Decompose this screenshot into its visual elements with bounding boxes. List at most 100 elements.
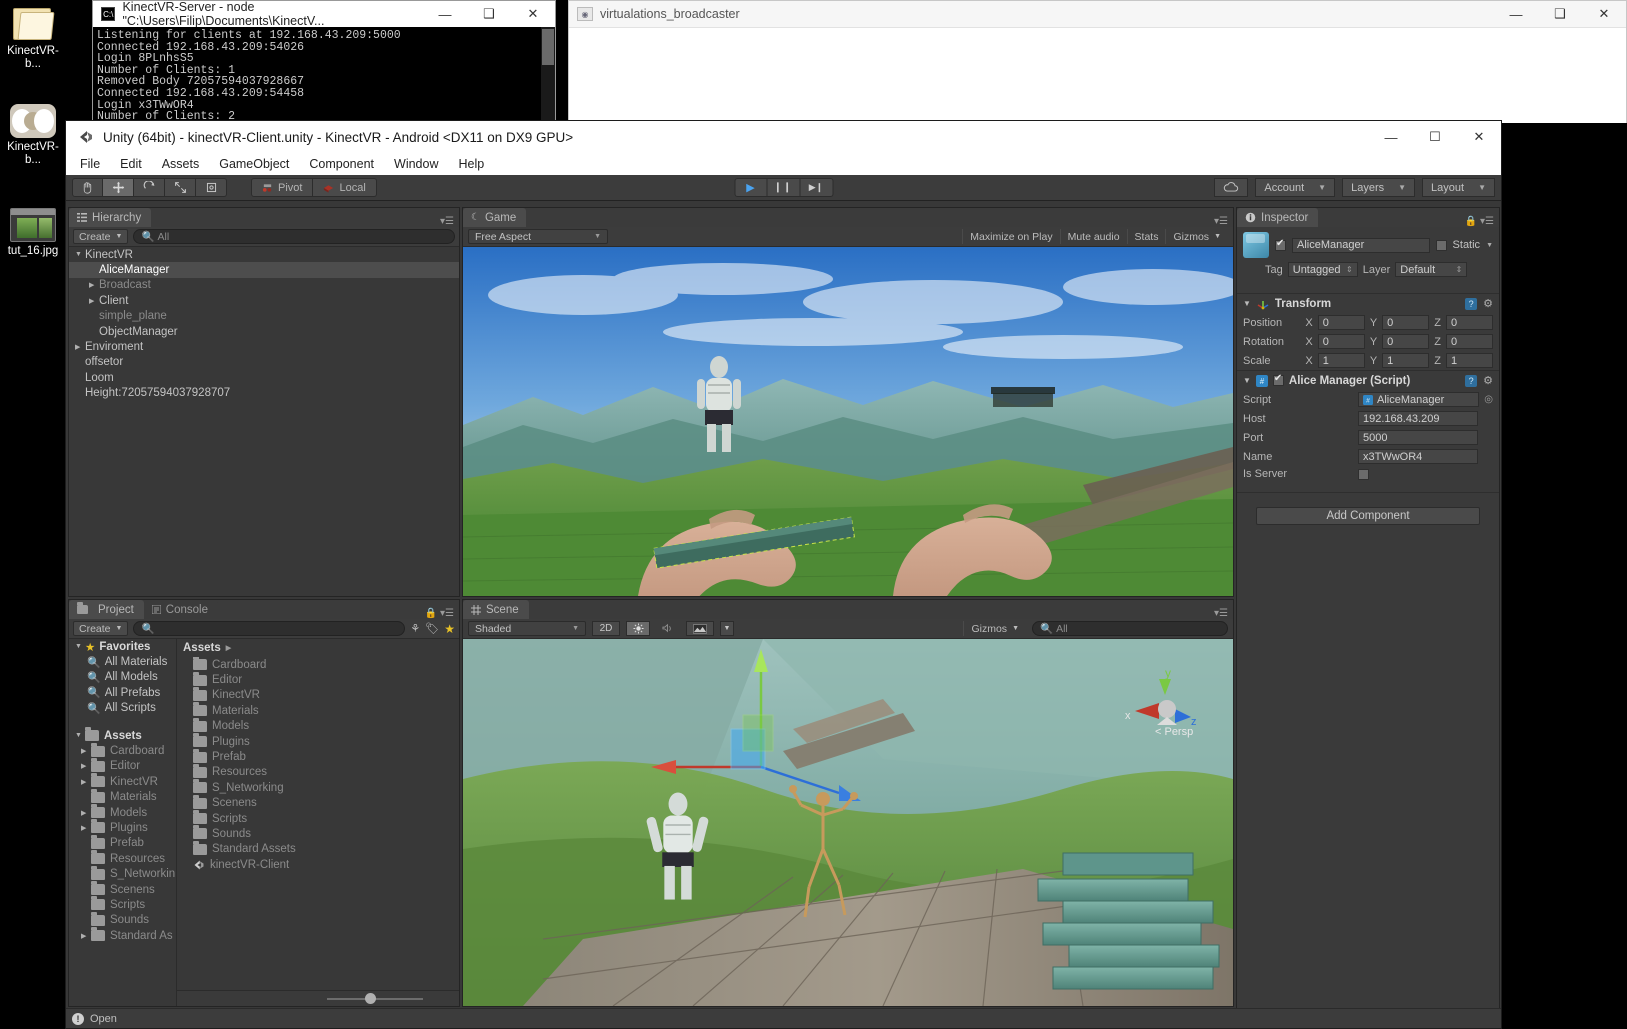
game-panel-menu[interactable]: ▾☰: [1214, 216, 1233, 227]
local-toggle-button[interactable]: Local: [313, 178, 376, 197]
tab-scene[interactable]: Scene: [463, 600, 529, 619]
foldout-icon[interactable]: ▼: [1243, 376, 1251, 385]
game-view-panel[interactable]: ☾ Game ▾☰ Free Aspect▼ Maximize on Play …: [462, 207, 1234, 597]
position-x-field[interactable]: 0: [1318, 315, 1365, 330]
2d-toggle-button[interactable]: 2D: [592, 621, 620, 636]
tab-project[interactable]: Project: [69, 600, 144, 619]
project-tree-item[interactable]: ▶Editor: [69, 759, 176, 774]
effects-icon[interactable]: [686, 621, 714, 636]
chevron-right-icon[interactable]: ▶: [89, 281, 99, 289]
gear-icon[interactable]: ⚙: [1483, 374, 1493, 387]
menu-file[interactable]: File: [80, 157, 110, 171]
project-zoom-bar[interactable]: [177, 990, 459, 1006]
game-view-toolbar[interactable]: Free Aspect▼ Maximize on Play Mute audio…: [463, 227, 1233, 247]
project-asset-item[interactable]: S_Networking: [187, 780, 459, 795]
project-tree-item[interactable]: ▶Standard As: [69, 928, 176, 943]
project-tree-item[interactable]: Prefab: [69, 836, 176, 851]
project-tree-item[interactable]: ▶Models: [69, 805, 176, 820]
unity-toolbar[interactable]: Pivot Local ▶ ❙❙ ▶❙ Account▼ Layers▼ Lay…: [66, 175, 1501, 201]
project-tree-item[interactable]: ▶Plugins: [69, 820, 176, 835]
hierarchy-search-input[interactable]: 🔍All: [133, 229, 455, 244]
gameobject-name-field[interactable]: AliceManager: [1292, 238, 1430, 253]
chevron-right-icon[interactable]: ▶: [81, 824, 91, 832]
hierarchy-panel[interactable]: Hierarchy ▾☰ Create▼ 🔍All ▼KinectVRAlice…: [68, 207, 460, 597]
project-tree-item[interactable]: Resources: [69, 851, 176, 866]
project-contents-pane[interactable]: Assets▶ CardboardEditorKinectVRMaterials…: [177, 639, 459, 1006]
cloud-icon[interactable]: [1214, 178, 1248, 197]
project-asset-item[interactable]: KinectVR: [187, 688, 459, 703]
menu-help[interactable]: Help: [448, 157, 494, 171]
layout-dropdown[interactable]: Layout▼: [1422, 178, 1495, 197]
breadcrumb[interactable]: Assets▶: [177, 639, 459, 657]
scene-view-panel[interactable]: Scene ▾☰ Shaded▼ 2D ▼ Gizmos▼: [462, 599, 1234, 1007]
filter-by-label-icon[interactable]: 🏷: [425, 622, 439, 635]
project-asset-item[interactable]: Cardboard: [187, 657, 459, 672]
project-asset-item[interactable]: Plugins: [187, 734, 459, 749]
hierarchy-item[interactable]: AliceManager: [69, 262, 459, 277]
game-viewport[interactable]: [463, 247, 1233, 596]
chevron-down-icon[interactable]: ▼: [75, 643, 85, 650]
host-input[interactable]: 192.168.43.209: [1358, 411, 1478, 426]
close-button[interactable]: ✕: [1457, 121, 1501, 153]
project-asset-item[interactable]: Models: [187, 719, 459, 734]
alice-manager-component-header[interactable]: ▼ # Alice Manager (Script) ? ⚙: [1237, 370, 1499, 390]
unity-menu-bar[interactable]: File Edit Assets GameObject Component Wi…: [66, 153, 1501, 175]
project-asset-item[interactable]: kinectVR-Client: [187, 857, 459, 872]
chevron-right-icon[interactable]: ▶: [81, 932, 91, 940]
project-asset-item[interactable]: Sounds: [187, 826, 459, 841]
tab-game[interactable]: ☾ Game: [463, 208, 526, 227]
script-object-field[interactable]: # AliceManager: [1358, 392, 1479, 407]
menu-assets[interactable]: Assets: [152, 157, 210, 171]
inspector-panel-menu[interactable]: 🔒 ▾☰: [1465, 216, 1499, 227]
project-asset-item[interactable]: Scenens: [187, 796, 459, 811]
transform-component-header[interactable]: ▼ Transform ? ⚙: [1237, 293, 1499, 313]
project-asset-item[interactable]: Scripts: [187, 811, 459, 826]
help-icon[interactable]: ?: [1465, 298, 1477, 310]
scale-y-field[interactable]: 1: [1382, 353, 1429, 368]
scene-panel-menu[interactable]: ▾☰: [1214, 608, 1233, 619]
hierarchy-item[interactable]: offsetor: [69, 355, 459, 370]
chevron-right-icon[interactable]: ▶: [81, 778, 91, 786]
broadcaster-title-bar[interactable]: ◉ virtualations_broadcaster — ❑ ✕: [569, 1, 1626, 27]
layers-dropdown[interactable]: Layers▼: [1342, 178, 1415, 197]
pause-button[interactable]: ❙❙: [767, 178, 800, 197]
hierarchy-item[interactable]: ▶Broadcast: [69, 278, 459, 293]
project-favorite-item[interactable]: 🔍All Scripts: [69, 701, 176, 716]
project-toolbar[interactable]: Create▼ 🔍 ⚘ 🏷 ★: [69, 619, 459, 639]
stats-toggle[interactable]: Stats: [1127, 229, 1166, 244]
scene-viewport[interactable]: y x z < Persp: [463, 639, 1233, 1006]
tab-inspector[interactable]: Inspector: [1237, 208, 1318, 227]
virtualations-broadcaster-window[interactable]: ◉ virtualations_broadcaster — ❑ ✕: [568, 0, 1627, 123]
project-tree-item[interactable]: ▶KinectVR: [69, 774, 176, 789]
desktop-icon-kinectvr-app[interactable]: KinectVR-b...: [0, 104, 66, 167]
hierarchy-panel-menu[interactable]: ▾☰: [440, 216, 459, 227]
filter-by-type-icon[interactable]: ⚘: [410, 622, 420, 635]
foldout-icon[interactable]: ▼: [1243, 299, 1251, 308]
project-panel-menu[interactable]: 🔒 ▾☰: [425, 608, 459, 619]
hierarchy-item[interactable]: ▶Enviroment: [69, 339, 459, 354]
chevron-down-icon[interactable]: ▼: [75, 732, 85, 739]
maximize-on-play-toggle[interactable]: Maximize on Play: [962, 229, 1059, 244]
project-asset-item[interactable]: Materials: [187, 703, 459, 718]
project-asset-item[interactable]: Resources: [187, 765, 459, 780]
project-favorite-item[interactable]: 🔍All Materials: [69, 654, 176, 669]
project-asset-list[interactable]: CardboardEditorKinectVRMaterialsModelsPl…: [177, 657, 459, 990]
rotation-y-field[interactable]: 0: [1382, 334, 1429, 349]
unity-status-bar[interactable]: ! Open: [66, 1008, 1501, 1028]
rect-tool-icon[interactable]: [196, 178, 227, 197]
kinectvr-server-console-window[interactable]: C:\ KinectVR-Server - node "C:\Users\Fil…: [92, 0, 556, 123]
audio-icon[interactable]: [656, 621, 680, 636]
hierarchy-toolbar[interactable]: Create▼ 🔍All: [69, 227, 459, 247]
help-icon[interactable]: ?: [1465, 375, 1477, 387]
chevron-right-icon[interactable]: ▶: [81, 762, 91, 770]
port-input[interactable]: 5000: [1358, 430, 1478, 445]
project-tree-item[interactable]: Materials: [69, 790, 176, 805]
hand-tool-icon[interactable]: [72, 178, 103, 197]
scale-x-field[interactable]: 1: [1318, 353, 1365, 368]
layer-dropdown[interactable]: Default⇕: [1395, 262, 1467, 277]
unity-editor-window[interactable]: Unity (64bit) - kinectVR-Client.unity - …: [65, 120, 1502, 1029]
component-enabled-checkbox[interactable]: [1273, 375, 1284, 386]
position-y-field[interactable]: 0: [1382, 315, 1429, 330]
tab-hierarchy[interactable]: Hierarchy: [69, 208, 151, 227]
menu-gameobject[interactable]: GameObject: [209, 157, 299, 171]
